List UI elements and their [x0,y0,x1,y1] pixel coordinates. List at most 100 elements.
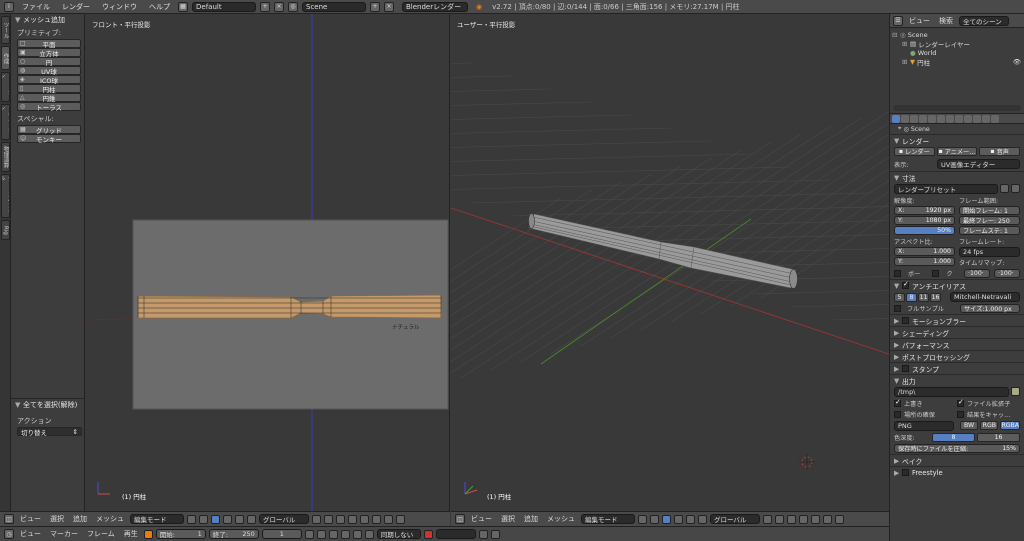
output-path-field[interactable]: /tmp\ [894,387,1009,397]
file-extension-checkbox[interactable] [957,398,964,407]
folder-icon[interactable] [1011,387,1020,396]
tab-grease-pencil[interactable]: グリースペンシル [1,174,10,218]
physics-tab-icon[interactable] [991,114,999,123]
mode-selector[interactable]: 編集モード [130,514,184,524]
overwrite-checkbox[interactable] [894,398,901,407]
rotate-icon[interactable] [686,514,695,524]
start-frame-field[interactable]: 開始: 1 [155,529,206,539]
add-mesh-panel-header[interactable]: ▼ メッシュ追加 [11,14,84,25]
menu-render[interactable]: レンダー [58,2,94,12]
scene-selector[interactable]: Scene [302,1,366,12]
translate-icon[interactable] [674,514,683,524]
tab-relations[interactable]: リレーション [1,72,10,102]
remove-preset-icon[interactable] [1011,184,1020,193]
remove-scene-icon[interactable]: × [384,1,394,12]
menu-frame[interactable]: フレーム [84,529,118,539]
aa-size-field[interactable]: サイズ:1.000 px [960,304,1020,313]
scale-icon[interactable] [698,514,707,524]
crop-checkbox[interactable] [932,270,940,277]
play-reverse-icon[interactable] [328,529,338,539]
add-layout-icon[interactable]: + [260,1,270,12]
outliner-item-render-layers[interactable]: ⊞ ▤ レンダーレイヤー [890,39,1024,49]
dimensions-section-header[interactable]: ▼ 寸法 [890,171,1024,183]
menu-select[interactable]: 選択 [498,514,518,524]
operator-panel-header[interactable]: ▼ 全てを選択(解除) [11,399,85,410]
motion-blur-checkbox[interactable] [902,317,909,324]
particles-tab-icon[interactable] [982,114,990,123]
editor-type-icon[interactable]: ◫ [4,514,14,524]
face-select-icon[interactable] [336,514,345,524]
vertex-select-icon[interactable] [312,514,321,524]
compression-slider[interactable]: 保存時にファイルを圧縮: 15% [894,444,1020,453]
keyframe-insert-icon[interactable] [478,529,488,539]
play-icon[interactable] [340,529,350,539]
color-bw-button[interactable]: BW [960,421,979,430]
3d-cursor[interactable] [799,454,815,470]
snap-icon[interactable] [372,514,381,524]
proportional-icon[interactable] [360,514,369,524]
depth-8-button[interactable]: 8 [932,433,975,442]
scale-icon[interactable] [247,514,256,524]
menu-view[interactable]: ビュー [468,514,495,524]
preview-range-icon[interactable] [143,529,153,539]
framerate-dropdown[interactable]: 24 fps [959,247,1020,257]
outliner-scrollbar[interactable] [893,105,1021,111]
render-icon[interactable] [396,514,405,524]
jump-start-icon[interactable] [304,529,314,539]
orientation-selector[interactable]: グローバル [710,514,760,524]
scene-tab-icon[interactable] [910,114,918,123]
front-viewport-canvas[interactable] [86,14,450,511]
render-section-header[interactable]: ▼ レンダー [890,134,1024,146]
aa-11-button[interactable]: 11 [918,292,929,302]
face-select-icon[interactable] [787,514,796,524]
add-torus-button[interactable]: ◎ トーラス [17,102,81,112]
post-processing-section-header[interactable]: ▶ ポストプロセッシング [890,350,1024,362]
menu-mesh[interactable]: メッシュ [93,514,127,524]
cache-result-checkbox[interactable] [957,411,964,418]
freestyle-section-header[interactable]: ▶ Freestyle [890,466,1024,478]
keyframe-delete-icon[interactable] [490,529,500,539]
occlude-icon[interactable] [348,514,357,524]
menu-select[interactable]: 選択 [47,514,67,524]
placeholders-checkbox[interactable] [894,411,901,418]
frame-start-field[interactable]: 開始フレーム: 1 [959,206,1020,215]
motion-blur-section-header[interactable]: ▶ モーションブラー [890,314,1024,326]
manipulator-icon[interactable] [211,514,220,524]
sync-mode-dropdown[interactable]: 同期しない [376,529,421,539]
material-tab-icon[interactable] [964,114,972,123]
menu-window[interactable]: ウィンドウ [98,2,141,12]
data-tab-icon[interactable] [955,114,963,123]
record-icon[interactable] [423,529,433,539]
edge-select-icon[interactable] [324,514,333,524]
snap-icon[interactable] [823,514,832,524]
resolution-x-field[interactable]: X: 1920 px [894,206,955,215]
edge-select-icon[interactable] [775,514,784,524]
shading-section-header[interactable]: ▶ シェーディング [890,326,1024,338]
audio-button[interactable]: ▪ 音声 [979,147,1021,156]
texture-tab-icon[interactable] [973,114,981,123]
menu-mesh[interactable]: メッシュ [544,514,578,524]
shading-icon[interactable] [638,514,647,524]
visibility-icon[interactable]: 👁 [1013,58,1021,66]
layout-icon[interactable]: ▦ [178,1,188,12]
action-dropdown[interactable]: 切り替え ⇕ [17,427,82,437]
tab-physics[interactable]: 物理演算 [1,142,10,172]
translate-icon[interactable] [223,514,232,524]
render-tab-icon[interactable] [892,114,900,123]
anti-aliasing-checkbox[interactable] [902,280,909,289]
layers-tab-icon[interactable] [901,114,909,123]
outliner-filter-dropdown[interactable]: 全てのシーン [959,15,1009,26]
color-rgb-button[interactable]: RGB [980,421,999,430]
render-button[interactable]: ▪ レンダー [894,147,935,156]
layout-selector[interactable]: Default [192,1,256,12]
aspect-y-field[interactable]: Y: 1.000 [894,257,955,266]
stamp-checkbox[interactable] [902,365,909,372]
render-icon[interactable] [835,514,844,524]
rotate-icon[interactable] [235,514,244,524]
vertex-select-icon[interactable] [763,514,772,524]
editor-type-icon[interactable]: ◷ [4,529,14,539]
scene-icon[interactable]: ◎ [288,1,298,12]
aa-filter-dropdown[interactable]: Mitchell-Netravali [950,292,1020,302]
resolution-percent-field[interactable]: 50% [894,226,955,235]
pivot-icon[interactable] [199,514,208,524]
